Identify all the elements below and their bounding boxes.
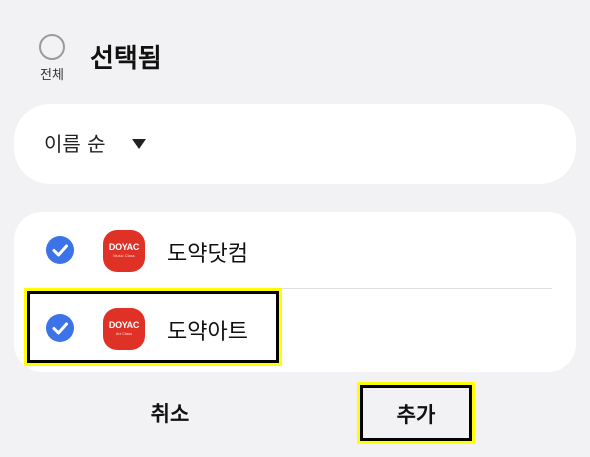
dropdown-arrow-icon	[132, 139, 146, 149]
highlight-box	[24, 288, 282, 366]
unchecked-circle-icon[interactable]	[39, 34, 65, 60]
checkmark-icon[interactable]	[46, 236, 74, 264]
app-name: 도약닷컴	[167, 242, 248, 267]
sort-dropdown[interactable]: 이름 순	[14, 104, 576, 184]
header: 전체 선택됨	[0, 0, 590, 100]
app-icon-brand: DOYAC	[108, 242, 140, 252]
select-all-label: 전체	[40, 68, 64, 83]
app-icon-sub: Music Class	[113, 253, 135, 258]
add-button[interactable]: 추가	[357, 382, 475, 444]
divider	[104, 288, 552, 289]
page-title: 선택됨	[90, 44, 162, 74]
app-icon: DOYAC Music Class	[103, 230, 145, 272]
sort-label: 이름 순	[44, 132, 106, 156]
cancel-button[interactable]: 취소	[120, 398, 220, 428]
select-all-toggle[interactable]: 전체	[34, 34, 70, 83]
list-item[interactable]: DOYAC Music Class 도약닷컴	[14, 212, 576, 290]
